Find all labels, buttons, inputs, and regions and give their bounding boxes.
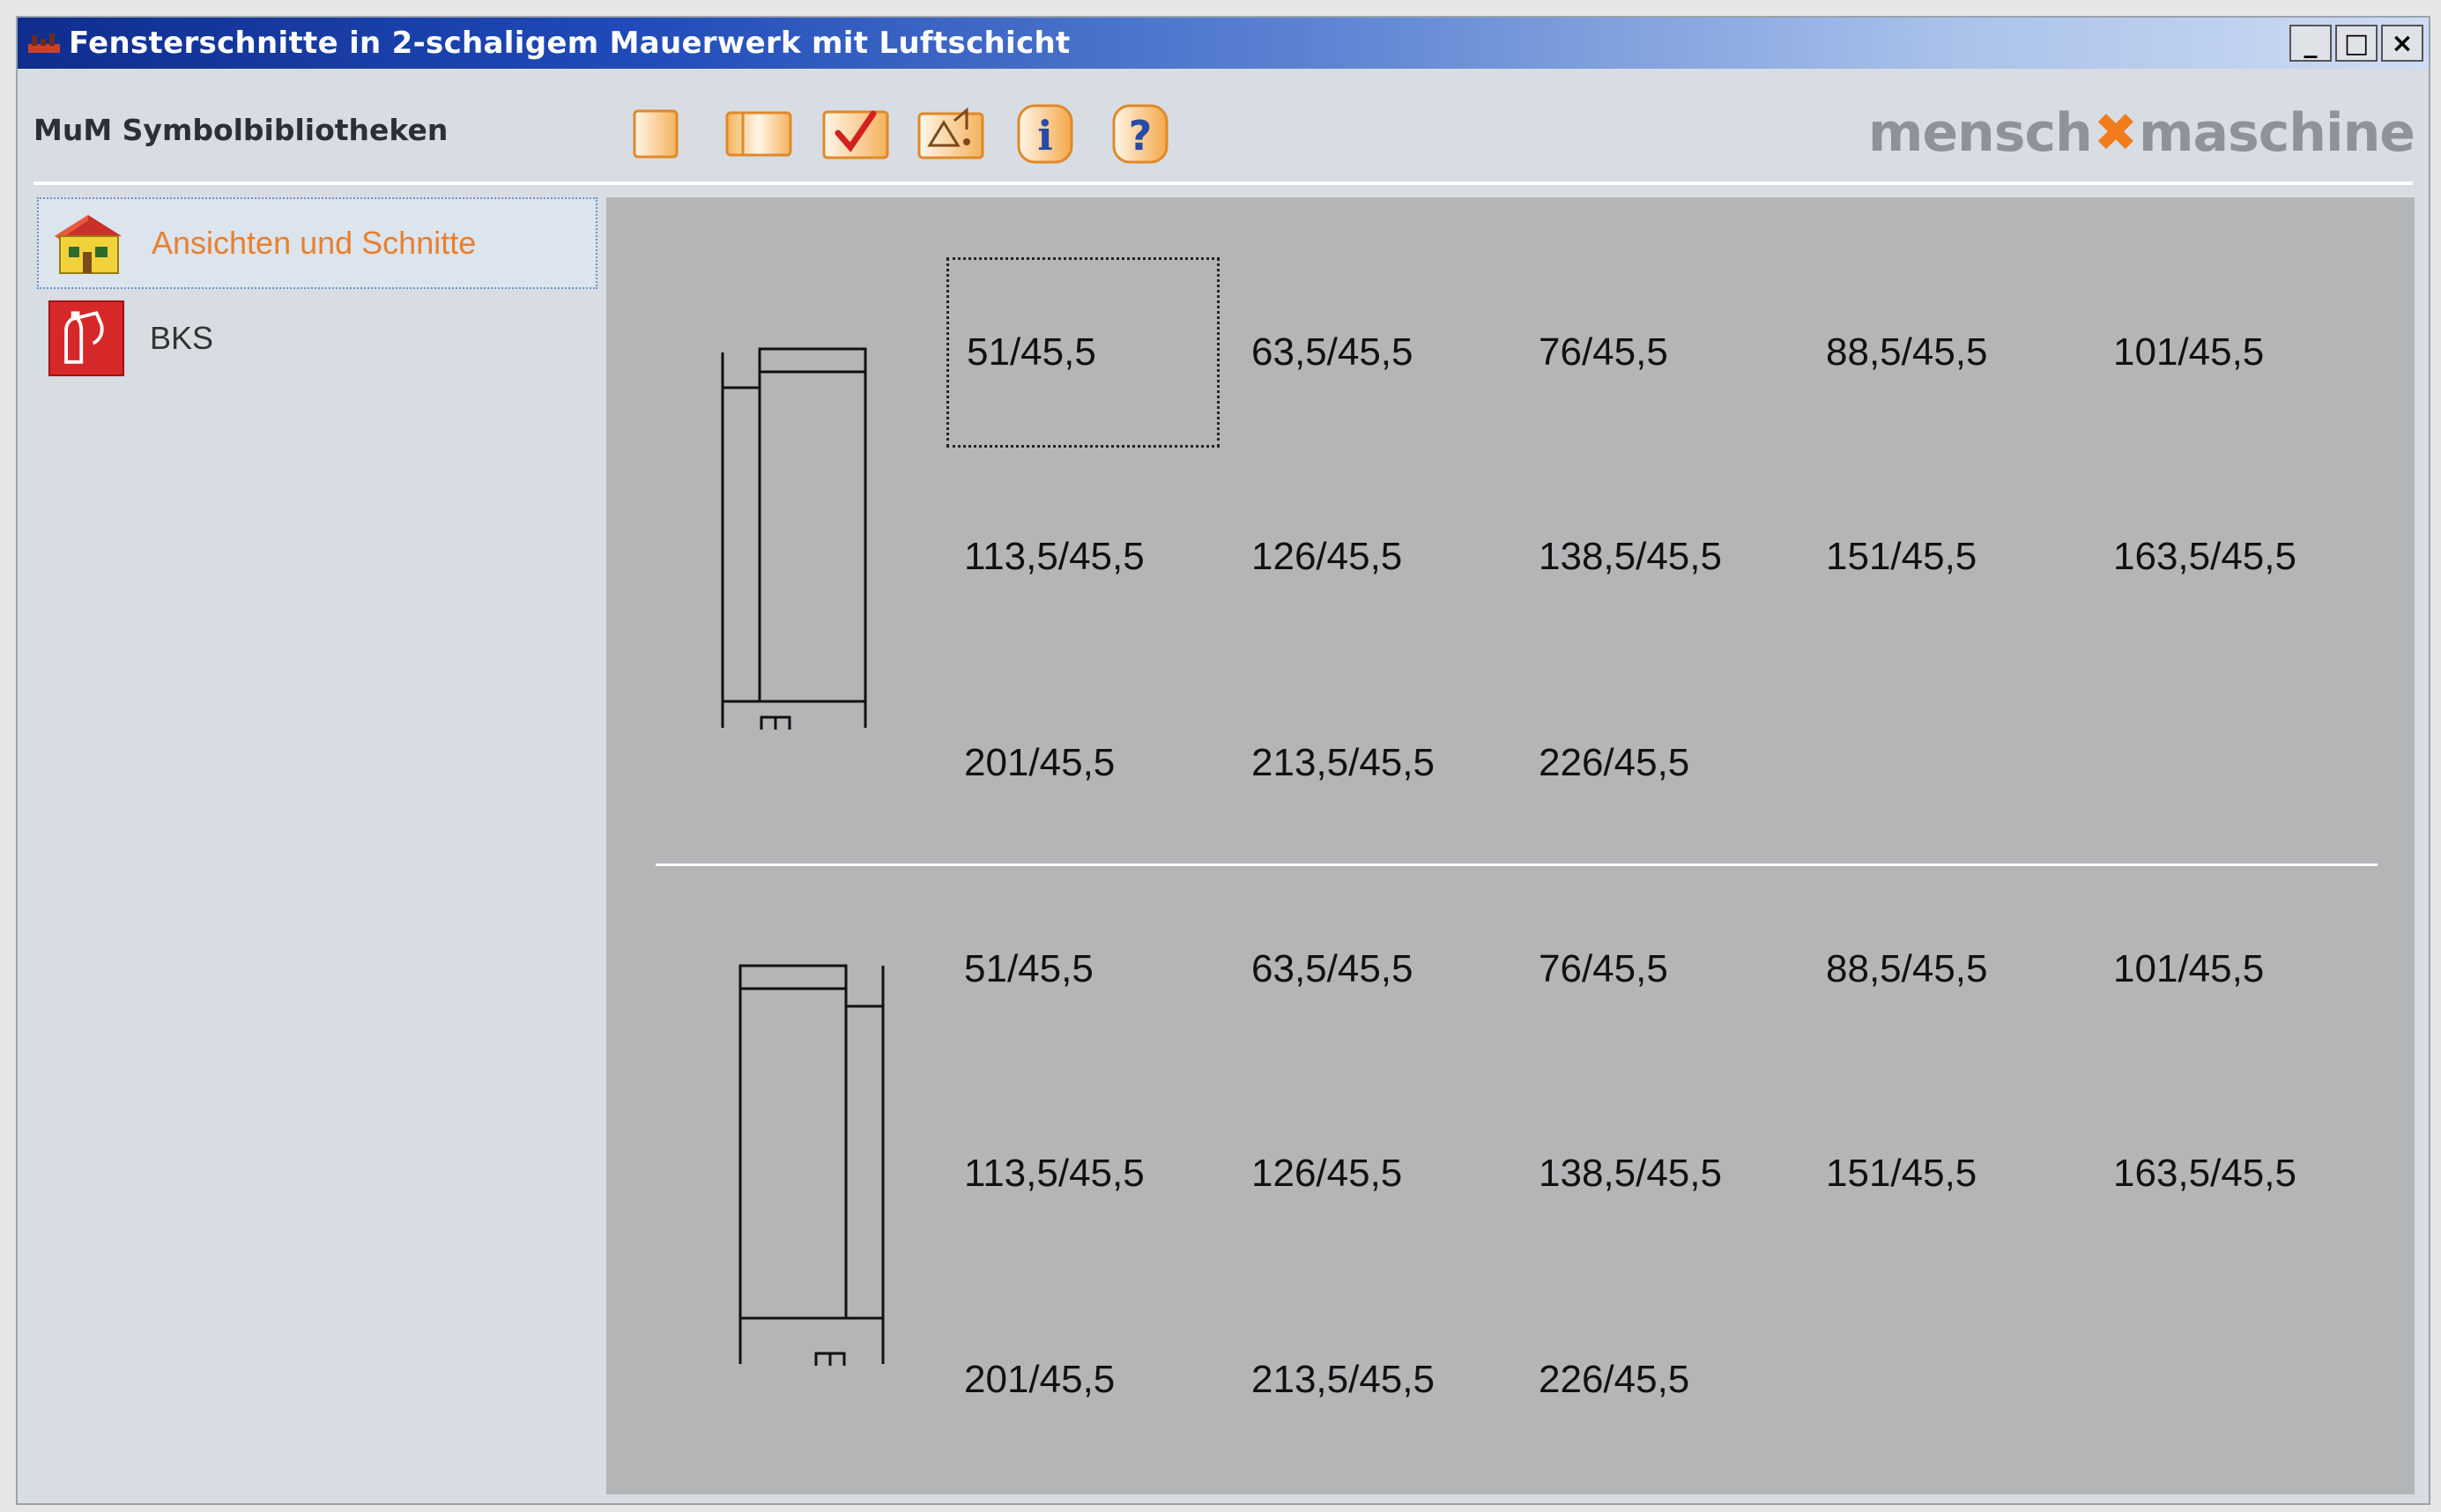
symbol-cell[interactable]: 88,5/45,5 — [1808, 874, 2081, 1064]
category-sidebar: Ansichten und Schnitte BKS — [33, 194, 605, 1494]
symbol-cell[interactable]: 151/45,5 — [1808, 462, 2081, 652]
sidebar-item-label: Ansichten und Schnitte — [152, 225, 477, 261]
close-button[interactable]: × — [2381, 25, 2423, 62]
window-section-right-icon — [738, 964, 885, 1366]
double-panel-button[interactable] — [719, 102, 798, 166]
symbol-cell[interactable]: 138,5/45,5 — [1521, 1078, 1794, 1269]
symbol-cell[interactable]: 163,5/45,5 — [2096, 1078, 2369, 1269]
symbol-cell[interactable]: 226/45,5 — [1521, 1285, 1794, 1475]
symbol-cell[interactable]: 151/45,5 — [1808, 1078, 2081, 1269]
minimize-button[interactable]: _ — [2289, 25, 2332, 62]
sidebar-item-ansichten[interactable]: Ansichten und Schnitte — [37, 197, 597, 289]
library-label: MuM Symbolbibliotheken — [33, 113, 449, 147]
symbol-cell[interactable]: 213,5/45,5 — [1234, 668, 1507, 858]
single-panel-button[interactable] — [624, 102, 687, 166]
symbol-cell[interactable]: 51/45,5 — [946, 257, 1220, 448]
insert-icon — [917, 107, 984, 159]
symbol-cell[interactable]: 138,5/45,5 — [1521, 462, 1794, 652]
symbol-cell[interactable]: 76/45,5 — [1521, 257, 1794, 448]
fire-extinguisher-icon — [48, 300, 125, 377]
svg-text:?: ? — [1129, 112, 1153, 159]
sidebar-item-bks[interactable]: BKS — [37, 293, 597, 384]
symbol-cell[interactable]: 76/45,5 — [1521, 874, 1794, 1064]
double-panel-icon — [725, 111, 792, 157]
window-title: Fensterschnitte in 2-schaligem Mauerwerk… — [69, 26, 1071, 61]
main-window: Fensterschnitte in 2-schaligem Mauerwerk… — [16, 16, 2430, 1505]
checkmark-icon — [822, 110, 889, 159]
svg-text:i: i — [1037, 112, 1052, 159]
symbol-cell[interactable]: 201/45,5 — [946, 1285, 1220, 1475]
info-icon: i — [1017, 104, 1073, 164]
insert-button[interactable] — [913, 102, 989, 166]
symbol-cell[interactable]: 226/45,5 — [1521, 668, 1794, 858]
symbol-cell[interactable]: 126/45,5 — [1234, 462, 1507, 652]
info-button[interactable]: i — [1013, 102, 1077, 166]
brand-logo: mensch ✖ maschine — [1868, 102, 2415, 164]
symbol-grid: 51/45,5 63,5/45,5 76/45,5 88,5/45,5 101/… — [606, 197, 2415, 1494]
symbol-cell[interactable]: 163,5/45,5 — [2096, 462, 2369, 652]
maximize-button[interactable]: □ — [2335, 25, 2378, 62]
title-bar[interactable]: Fensterschnitte in 2-schaligem Mauerwerk… — [18, 18, 2429, 69]
help-button[interactable]: ? — [1109, 102, 1172, 166]
brand-left: mensch — [1867, 102, 2093, 164]
toolbar-divider — [33, 182, 2413, 185]
symbol-cell[interactable]: 63,5/45,5 — [1234, 874, 1507, 1064]
brand-mark: ✖ — [2093, 102, 2138, 164]
symbol-cell[interactable]: 51/45,5 — [946, 874, 1220, 1064]
symbol-cell[interactable]: 101/45,5 — [2096, 874, 2369, 1064]
symbol-cell[interactable]: 88,5/45,5 — [1808, 257, 2081, 448]
window-section-left-icon — [721, 347, 867, 730]
symbol-cell[interactable]: 113,5/45,5 — [946, 1078, 1220, 1269]
symbol-cell[interactable]: 213,5/45,5 — [1234, 1285, 1507, 1475]
section-divider — [656, 863, 2378, 866]
app-icon — [25, 26, 63, 61]
symbol-cell[interactable]: 126/45,5 — [1234, 1078, 1507, 1269]
help-icon: ? — [1112, 104, 1169, 164]
symbol-cell[interactable]: 113,5/45,5 — [946, 462, 1220, 652]
sidebar-item-label: BKS — [150, 320, 214, 356]
symbol-cell[interactable]: 201/45,5 — [946, 668, 1220, 858]
single-panel-icon — [633, 109, 679, 159]
house-icon — [49, 204, 127, 282]
check-button[interactable] — [818, 102, 894, 166]
symbol-cell[interactable]: 63,5/45,5 — [1234, 257, 1507, 448]
symbol-cell[interactable]: 101/45,5 — [2096, 257, 2369, 448]
brand-right: maschine — [2139, 102, 2415, 164]
